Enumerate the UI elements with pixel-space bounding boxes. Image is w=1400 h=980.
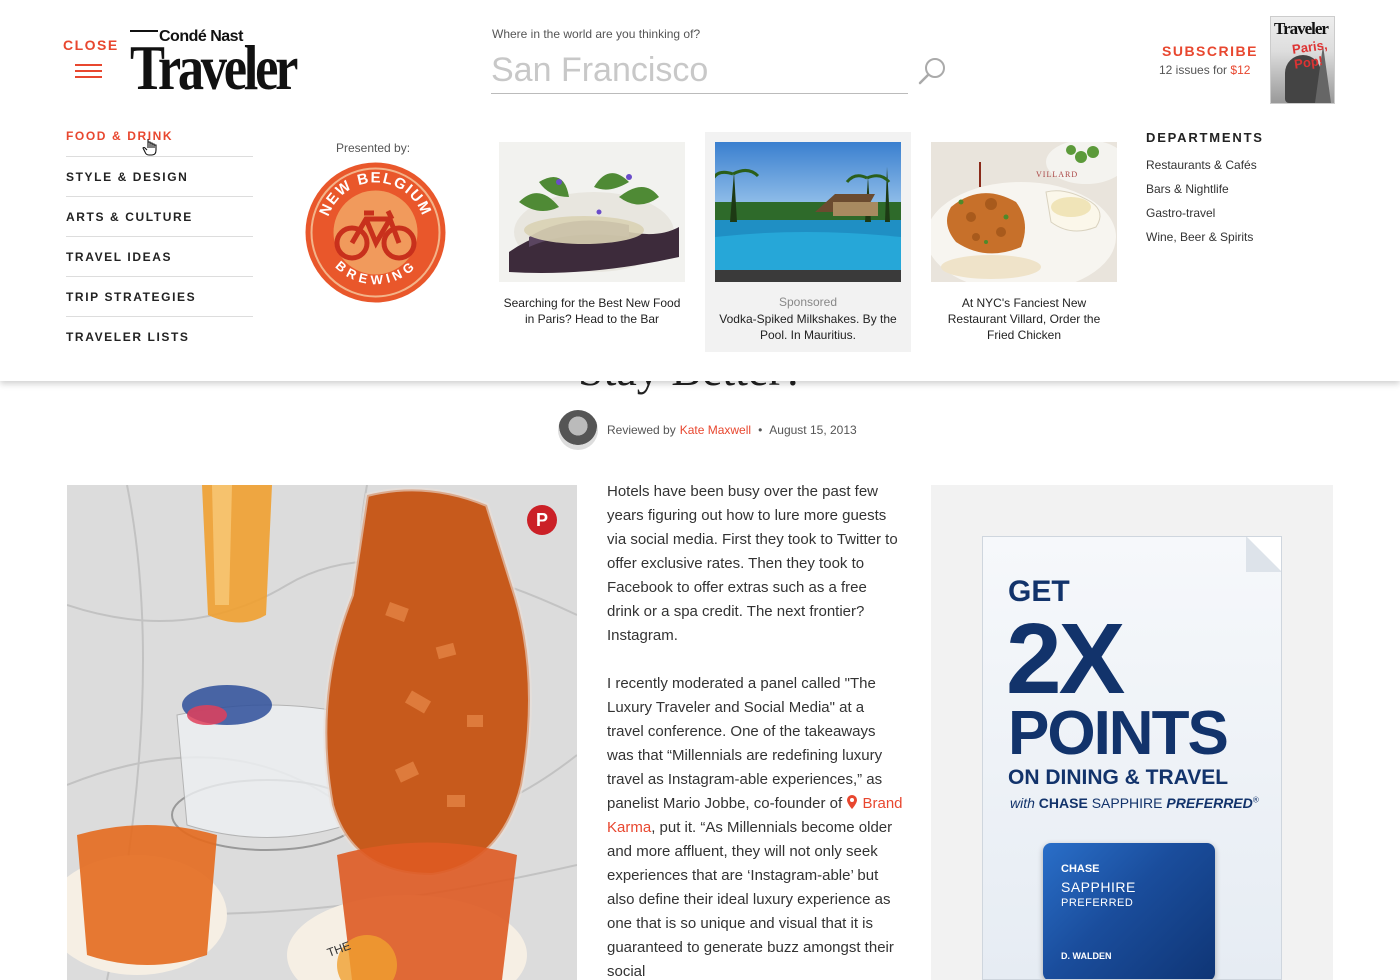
byline-separator: •	[758, 423, 763, 437]
ad-registered-mark: ®	[1252, 795, 1259, 805]
card-caption: Searching for the Best New Food in Paris…	[503, 296, 681, 326]
nav-item-arts-culture[interactable]: ARTS & CULTURE	[66, 197, 253, 237]
search-icon[interactable]	[918, 56, 948, 86]
nav-item-style-design[interactable]: STYLE & DESIGN	[66, 157, 253, 197]
ad-brand-line: with CHASE SAPPHIRE PREFERRED®	[1010, 795, 1259, 811]
ad-page-fold	[1246, 537, 1281, 572]
card-bank: CHASE	[1061, 863, 1100, 875]
subscribe-price: $12	[1230, 63, 1251, 77]
card-image-eggplant-dish	[499, 142, 685, 282]
sponsored-story-card[interactable]: Sponsored Vodka-Spiked Milkshakes. By th…	[711, 142, 901, 343]
departments-list: Restaurants & Cafés Bars & Nightlife Gas…	[1146, 158, 1257, 254]
nav-item-trip-strategies[interactable]: TRIP STRATEGIES	[66, 277, 253, 317]
subscribe-offer-text: 12 issues for	[1159, 63, 1228, 77]
article-photo-drinks: THE	[67, 485, 577, 980]
card-image-mauritius-pool	[711, 142, 901, 282]
magazine-cover-title: Traveler	[1274, 19, 1329, 38]
article-paragraph-text: , put it. “As Millennials become older a…	[607, 819, 894, 980]
close-menu-button[interactable]: CLOSE	[63, 37, 119, 53]
chase-sapphire-ad[interactable]: GET 2X POINTS ON DINING & TRAVEL with CH…	[982, 536, 1282, 980]
card-caption: At NYC's Fanciest New Restaurant Villard…	[947, 296, 1101, 342]
ad-preferred: PREFERRED	[1166, 795, 1253, 811]
logo-wordmark: Traveler	[130, 32, 298, 103]
map-pin-icon	[847, 795, 858, 809]
credit-card-image: CHASE SAPPHIRE PREFERRED D. WALDEN	[1043, 843, 1215, 979]
sponsored-label: Sponsored	[778, 295, 838, 309]
nav-item-traveler-lists[interactable]: TRAVELER LISTS	[66, 317, 253, 357]
ad-headline: 2X	[1006, 603, 1125, 715]
new-belgium-logo[interactable]: NEW BELGIUM BREWING	[304, 161, 447, 304]
author-link[interactable]: Kate Maxwell	[680, 423, 751, 437]
article-byline: Reviewed by Kate Maxwell • August 15, 20…	[558, 410, 857, 450]
article-paragraph: Hotels have been busy over the past few …	[607, 483, 898, 644]
article-paragraph-text: I recently moderated a panel called "The…	[607, 675, 883, 812]
mega-menu: CLOSE Condé Nast Traveler Where in the w…	[0, 0, 1400, 381]
ad-product: SAPPHIRE	[1091, 795, 1163, 811]
departments-title: DEPARTMENTS	[1146, 130, 1264, 145]
card-caption: Vodka-Spiked Milkshakes. By the Pool. In…	[719, 312, 897, 342]
department-wine-beer-spirits[interactable]: Wine, Beer & Spirits	[1146, 230, 1257, 254]
author-avatar	[558, 410, 598, 450]
ad-brand: CHASE	[1038, 795, 1088, 811]
card-holder: D. WALDEN	[1061, 951, 1112, 961]
nav-item-travel-ideas[interactable]: TRAVEL IDEAS	[66, 237, 253, 277]
subscribe-link[interactable]: SUBSCRIBE	[1162, 43, 1258, 59]
search-label: Where in the world are you thinking of?	[492, 27, 701, 41]
ad-points: POINTS	[1008, 699, 1229, 768]
department-restaurants-cafes[interactable]: Restaurants & Cafés	[1146, 158, 1257, 182]
plate-text: VILLARD	[1036, 170, 1078, 179]
category-nav: FOOD & DRINK STYLE & DESIGN ARTS & CULTU…	[66, 128, 253, 357]
card-image-fried-chicken: VILLARD	[926, 140, 1126, 292]
ad-subheadline: ON DINING & TRAVEL	[1008, 766, 1229, 789]
pinterest-pin-button[interactable]: P	[527, 505, 557, 535]
reviewed-by-label: Reviewed by	[607, 423, 676, 437]
hand-cursor-icon	[142, 139, 157, 156]
search-input[interactable]	[491, 48, 908, 94]
department-bars-nightlife[interactable]: Bars & Nightlife	[1146, 182, 1257, 206]
hamburger-icon[interactable]	[75, 64, 102, 80]
article-paragraph: I recently moderated a panel called "The…	[607, 672, 903, 980]
magazine-cover-headline: Paris, Pop!	[1291, 37, 1329, 72]
article-date: August 15, 2013	[769, 423, 857, 437]
story-card[interactable]: Searching for the Best New Food in Paris…	[499, 142, 685, 327]
subscribe-offer: 12 issues for $12	[1159, 63, 1250, 77]
magazine-cover[interactable]: Traveler Paris, Pop!	[1270, 16, 1335, 104]
ad-with: with	[1010, 795, 1035, 811]
article-body: Hotels have been busy over the past few …	[607, 480, 903, 980]
story-card[interactable]: VILLARD At NYC's Fanciest New Restaurant…	[926, 140, 1126, 343]
department-gastro-travel[interactable]: Gastro-travel	[1146, 206, 1257, 230]
card-name: SAPPHIRE	[1061, 879, 1136, 895]
card-tier: PREFERRED	[1061, 897, 1134, 909]
presented-by-label: Presented by:	[336, 141, 411, 155]
